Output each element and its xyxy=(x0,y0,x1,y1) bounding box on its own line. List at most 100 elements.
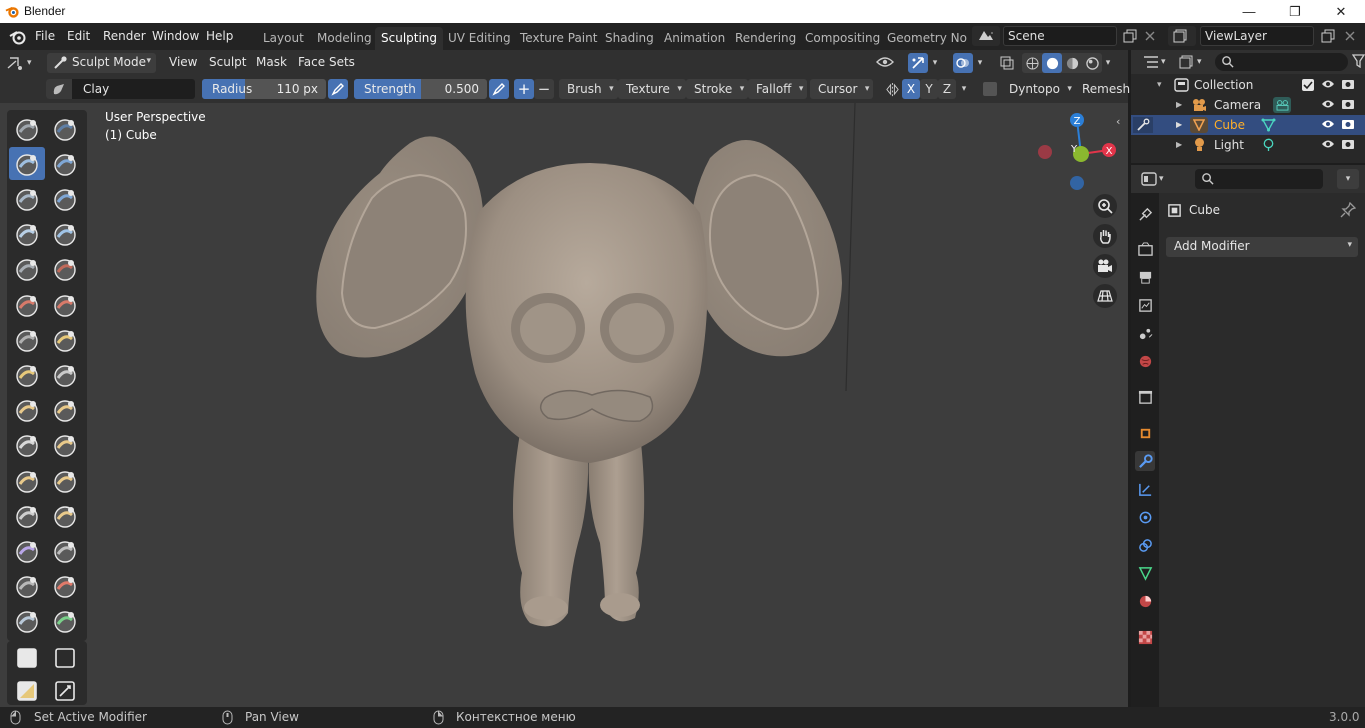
eye-icon[interactable] xyxy=(1321,138,1335,150)
outliner-editor-type[interactable]: ▾ xyxy=(1143,53,1175,71)
tool-box-mask-icon[interactable] xyxy=(9,641,45,674)
particles-tab-icon[interactable] xyxy=(1135,479,1155,499)
navigation-gizmo[interactable]: Z X Y xyxy=(1030,108,1120,198)
tool-rotate-icon[interactable] xyxy=(47,464,83,497)
tool-slide-relax-icon[interactable] xyxy=(9,499,45,532)
viewlayer-name-field[interactable]: ViewLayer xyxy=(1200,26,1314,46)
shading-material-icon[interactable] xyxy=(1062,53,1082,73)
tool-elastic-deform-icon[interactable] xyxy=(9,394,45,427)
outliner-row-cube[interactable]: ▶ Cube xyxy=(1131,115,1365,135)
tab-compositing[interactable]: Compositing xyxy=(799,27,886,50)
tab-sculpting[interactable]: Sculpting xyxy=(375,27,444,50)
zoom-icon[interactable] xyxy=(1093,194,1117,218)
menu-window[interactable]: Window xyxy=(146,27,205,46)
visibility-dropdown[interactable] xyxy=(872,53,898,73)
scene-selector-button[interactable] xyxy=(972,26,1000,46)
tool-multiplane-scrape-icon[interactable] xyxy=(47,323,83,356)
radius-pressure-toggle[interactable] xyxy=(328,79,348,99)
editor-type-button[interactable]: ▾ xyxy=(6,53,40,73)
cursor-dropdown[interactable]: Cursor ▾ xyxy=(810,79,874,99)
material-tab-icon[interactable] xyxy=(1135,591,1155,611)
tool-simplify-icon[interactable] xyxy=(47,534,83,567)
close-window-button[interactable]: ✕ xyxy=(1318,0,1364,23)
gizmo-dropdown[interactable]: ▾ xyxy=(928,53,942,73)
tool-draw-face-sets-icon[interactable] xyxy=(47,570,83,603)
outliner-row-light[interactable]: ▶ Light xyxy=(1131,135,1365,155)
gizmo-toggle[interactable] xyxy=(908,53,928,73)
tool-layer-icon[interactable] xyxy=(47,182,83,215)
tool-clay-thumb-icon[interactable] xyxy=(9,182,45,215)
exclude-checkbox[interactable] xyxy=(1302,79,1314,91)
modifier-tab-icon[interactable] xyxy=(1135,451,1155,471)
tab-modeling[interactable]: Modeling xyxy=(311,27,378,50)
menu-help[interactable]: Help xyxy=(200,27,239,46)
filter-icon[interactable] xyxy=(1352,54,1365,68)
outliner-search-input[interactable] xyxy=(1215,53,1348,71)
tool-snake-hook-icon[interactable] xyxy=(47,394,83,427)
tool-clay-icon[interactable] xyxy=(9,147,45,181)
brush-selector[interactable]: Clay xyxy=(46,79,195,99)
mode-dropdown[interactable]: Sculpt Mode ▾ xyxy=(47,53,156,73)
strength-slider[interactable]: Strength 0.500 xyxy=(354,79,487,99)
viewlayer-selector-button[interactable] xyxy=(1168,26,1196,46)
strength-pressure-toggle[interactable] xyxy=(489,79,509,99)
menu-edit[interactable]: Edit xyxy=(61,27,96,46)
falloff-dropdown[interactable]: Falloff ▾ xyxy=(748,79,808,99)
shading-rendered-icon[interactable] xyxy=(1082,53,1102,73)
mirror-x-toggle[interactable]: X xyxy=(902,79,920,99)
menu-sculpt[interactable]: Sculpt xyxy=(203,53,252,72)
tool-clay-strips-icon[interactable] xyxy=(47,147,83,180)
scene-name-field[interactable]: Scene xyxy=(1003,26,1117,46)
camera-view-icon[interactable] xyxy=(1093,254,1117,278)
pin-icon[interactable] xyxy=(1340,202,1356,218)
outliner-row-collection[interactable]: ▾ Collection xyxy=(1131,75,1365,95)
display-mode-dropdown[interactable]: ▾ xyxy=(1179,53,1209,71)
shading-solid-icon[interactable] xyxy=(1042,53,1062,73)
overlays-toggle[interactable] xyxy=(953,53,973,73)
tool-cloth-icon[interactable] xyxy=(9,534,45,567)
new-viewlayer-icon[interactable] xyxy=(1319,26,1337,46)
tool-thumb-icon[interactable] xyxy=(9,429,45,462)
tool-flatten-icon[interactable] xyxy=(9,288,45,321)
tool-blob-icon[interactable] xyxy=(47,218,83,251)
overlays-dropdown[interactable]: ▾ xyxy=(973,53,987,73)
sidebar-toggle-icon[interactable]: ‹ xyxy=(1116,115,1120,128)
tool-box-face-set-icon[interactable] xyxy=(9,674,45,707)
maximize-button[interactable]: ❐ xyxy=(1272,0,1318,23)
tab-rendering[interactable]: Rendering xyxy=(729,27,802,50)
data-tab-icon[interactable] xyxy=(1135,563,1155,583)
tool-transform-icon[interactable] xyxy=(47,674,83,707)
new-scene-icon[interactable] xyxy=(1121,26,1139,46)
dyntopo-dropdown[interactable]: Dyntopo ▾ xyxy=(1001,79,1076,99)
menu-file[interactable]: File xyxy=(29,27,61,46)
render-camera-icon[interactable] xyxy=(1341,78,1355,90)
remove-scene-icon[interactable] xyxy=(1141,26,1159,46)
tool-multires-displacement-eraser-icon[interactable] xyxy=(9,605,45,638)
ortho-grid-icon[interactable] xyxy=(1093,284,1117,308)
mirror-z-toggle[interactable]: Z xyxy=(938,79,956,99)
eye-icon[interactable] xyxy=(1321,78,1335,90)
menu-view[interactable]: View xyxy=(163,53,203,72)
tool-box-hide-icon[interactable] xyxy=(47,641,83,674)
properties-search-input[interactable] xyxy=(1195,169,1323,189)
dyntopo-checkbox[interactable] xyxy=(983,82,997,96)
tool-mask-icon[interactable] xyxy=(9,570,45,603)
tool-grab-icon[interactable] xyxy=(47,358,83,391)
tab-shading[interactable]: Shading xyxy=(599,27,660,50)
view-layer-tab-icon[interactable] xyxy=(1135,295,1155,315)
tool-draw-icon[interactable] xyxy=(9,112,45,145)
render-camera-icon[interactable] xyxy=(1341,98,1355,110)
object-tab-icon[interactable] xyxy=(1135,423,1155,443)
render-tab-icon[interactable] xyxy=(1135,239,1155,259)
tool-fill-icon[interactable] xyxy=(47,288,83,321)
brush-data-icon[interactable] xyxy=(46,79,72,99)
collection-tab-icon[interactable] xyxy=(1135,387,1155,407)
tab-layout[interactable]: Layout xyxy=(257,27,310,50)
direction-subtract-button[interactable]: − xyxy=(534,79,554,99)
xray-toggle[interactable] xyxy=(997,53,1017,73)
tool-scrape-icon[interactable] xyxy=(9,323,45,356)
3d-viewport[interactable]: User Perspective (1) Cube Z X Y ‹ xyxy=(0,103,1128,707)
tab-animation[interactable]: Animation xyxy=(658,27,731,50)
tool-pose-icon[interactable] xyxy=(47,429,83,462)
tool-crease-icon[interactable] xyxy=(9,253,45,286)
